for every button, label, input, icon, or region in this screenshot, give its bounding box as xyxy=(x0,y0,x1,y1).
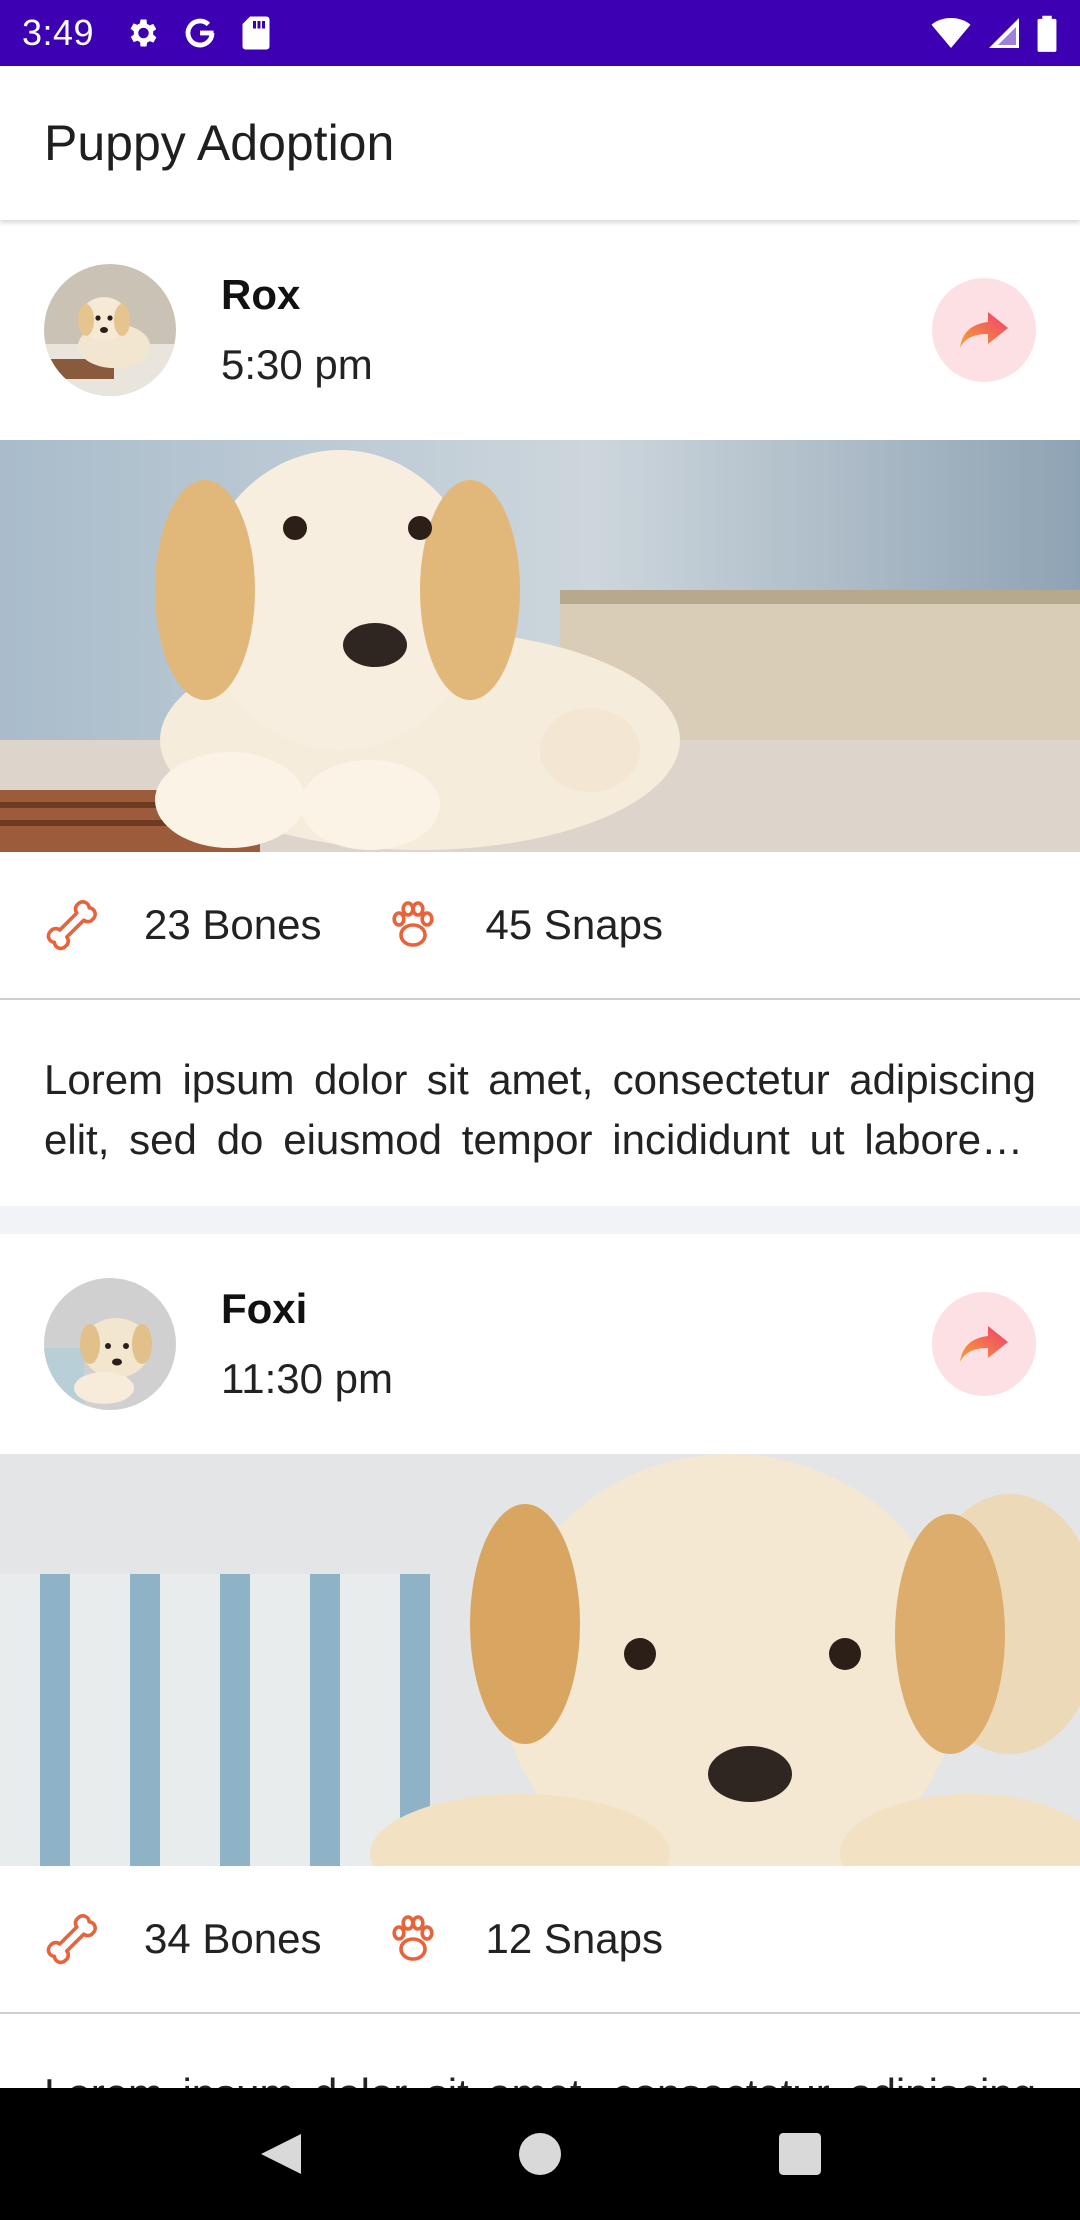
paw-icon xyxy=(385,1911,441,1967)
app-bar: Puppy Adoption xyxy=(0,66,1080,220)
snaps-count: 12 Snaps xyxy=(485,1915,663,1962)
avatar[interactable] xyxy=(44,1278,176,1410)
bones-stat[interactable]: 23 Bones xyxy=(44,897,321,953)
description-text: Lorem ipsum dolor sit amet, consectetur … xyxy=(44,2064,1036,2088)
post-stats: 34 Bones 12 Snaps xyxy=(0,1866,1080,2014)
home-icon xyxy=(519,2133,561,2175)
post-stats: 23 Bones 45 Snaps xyxy=(0,852,1080,1000)
back-button[interactable] xyxy=(240,2114,320,2194)
post-description: Lorem ipsum dolor sit amet, consectetur … xyxy=(0,2014,1080,2088)
bones-count: 23 Bones xyxy=(144,901,322,948)
post-description: Lorem ipsum dolor sit amet, consectetur … xyxy=(0,1000,1080,1206)
snaps-stat[interactable]: 45 Snaps xyxy=(385,897,663,953)
recents-icon xyxy=(779,2133,821,2175)
signal-icon xyxy=(986,15,1022,51)
pet-photo[interactable] xyxy=(0,440,1080,852)
pet-photo[interactable] xyxy=(0,1454,1080,1866)
post-card[interactable]: Rox 5:30 pm 23 Bones 45 Snaps Lorem ipsu… xyxy=(0,220,1080,1206)
recents-button[interactable] xyxy=(760,2114,840,2194)
post-card[interactable]: Foxi 11:30 pm 34 Bones 12 Snaps xyxy=(0,1234,1080,2088)
post-header: Rox 5:30 pm xyxy=(0,220,1080,440)
share-button[interactable] xyxy=(932,1292,1036,1396)
home-button[interactable] xyxy=(500,2114,580,2194)
bone-icon xyxy=(44,897,100,953)
snaps-count: 45 Snaps xyxy=(485,901,663,948)
post-feed[interactable]: Rox 5:30 pm 23 Bones 45 Snaps Lorem ipsu… xyxy=(0,220,1080,2088)
battery-icon xyxy=(1036,14,1058,52)
status-time: 3:49 xyxy=(22,12,95,53)
gear-icon xyxy=(124,15,160,51)
page-title: Puppy Adoption xyxy=(44,115,395,171)
sd-card-icon xyxy=(240,15,272,51)
pet-name: Rox xyxy=(221,271,301,318)
description-text: Lorem ipsum dolor sit amet, consectetur … xyxy=(44,1056,1036,1163)
back-icon xyxy=(261,2134,301,2174)
post-time: 11:30 pm xyxy=(221,1355,393,1402)
pet-name: Foxi xyxy=(221,1285,308,1332)
post-time: 5:30 pm xyxy=(221,341,373,388)
navigation-bar xyxy=(0,2088,1080,2220)
snaps-stat[interactable]: 12 Snaps xyxy=(385,1911,663,1967)
bone-icon xyxy=(44,1911,100,1967)
bones-stat[interactable]: 34 Bones xyxy=(44,1911,321,1967)
status-bar: 3:49 xyxy=(0,0,1080,66)
wifi-icon xyxy=(930,15,972,51)
share-button[interactable] xyxy=(932,278,1036,382)
avatar[interactable] xyxy=(44,264,176,396)
share-icon xyxy=(960,1326,1008,1362)
share-icon xyxy=(960,312,1008,348)
bones-count: 34 Bones xyxy=(144,1915,322,1962)
google-icon xyxy=(182,15,218,51)
post-header: Foxi 11:30 pm xyxy=(0,1234,1080,1454)
paw-icon xyxy=(385,897,441,953)
